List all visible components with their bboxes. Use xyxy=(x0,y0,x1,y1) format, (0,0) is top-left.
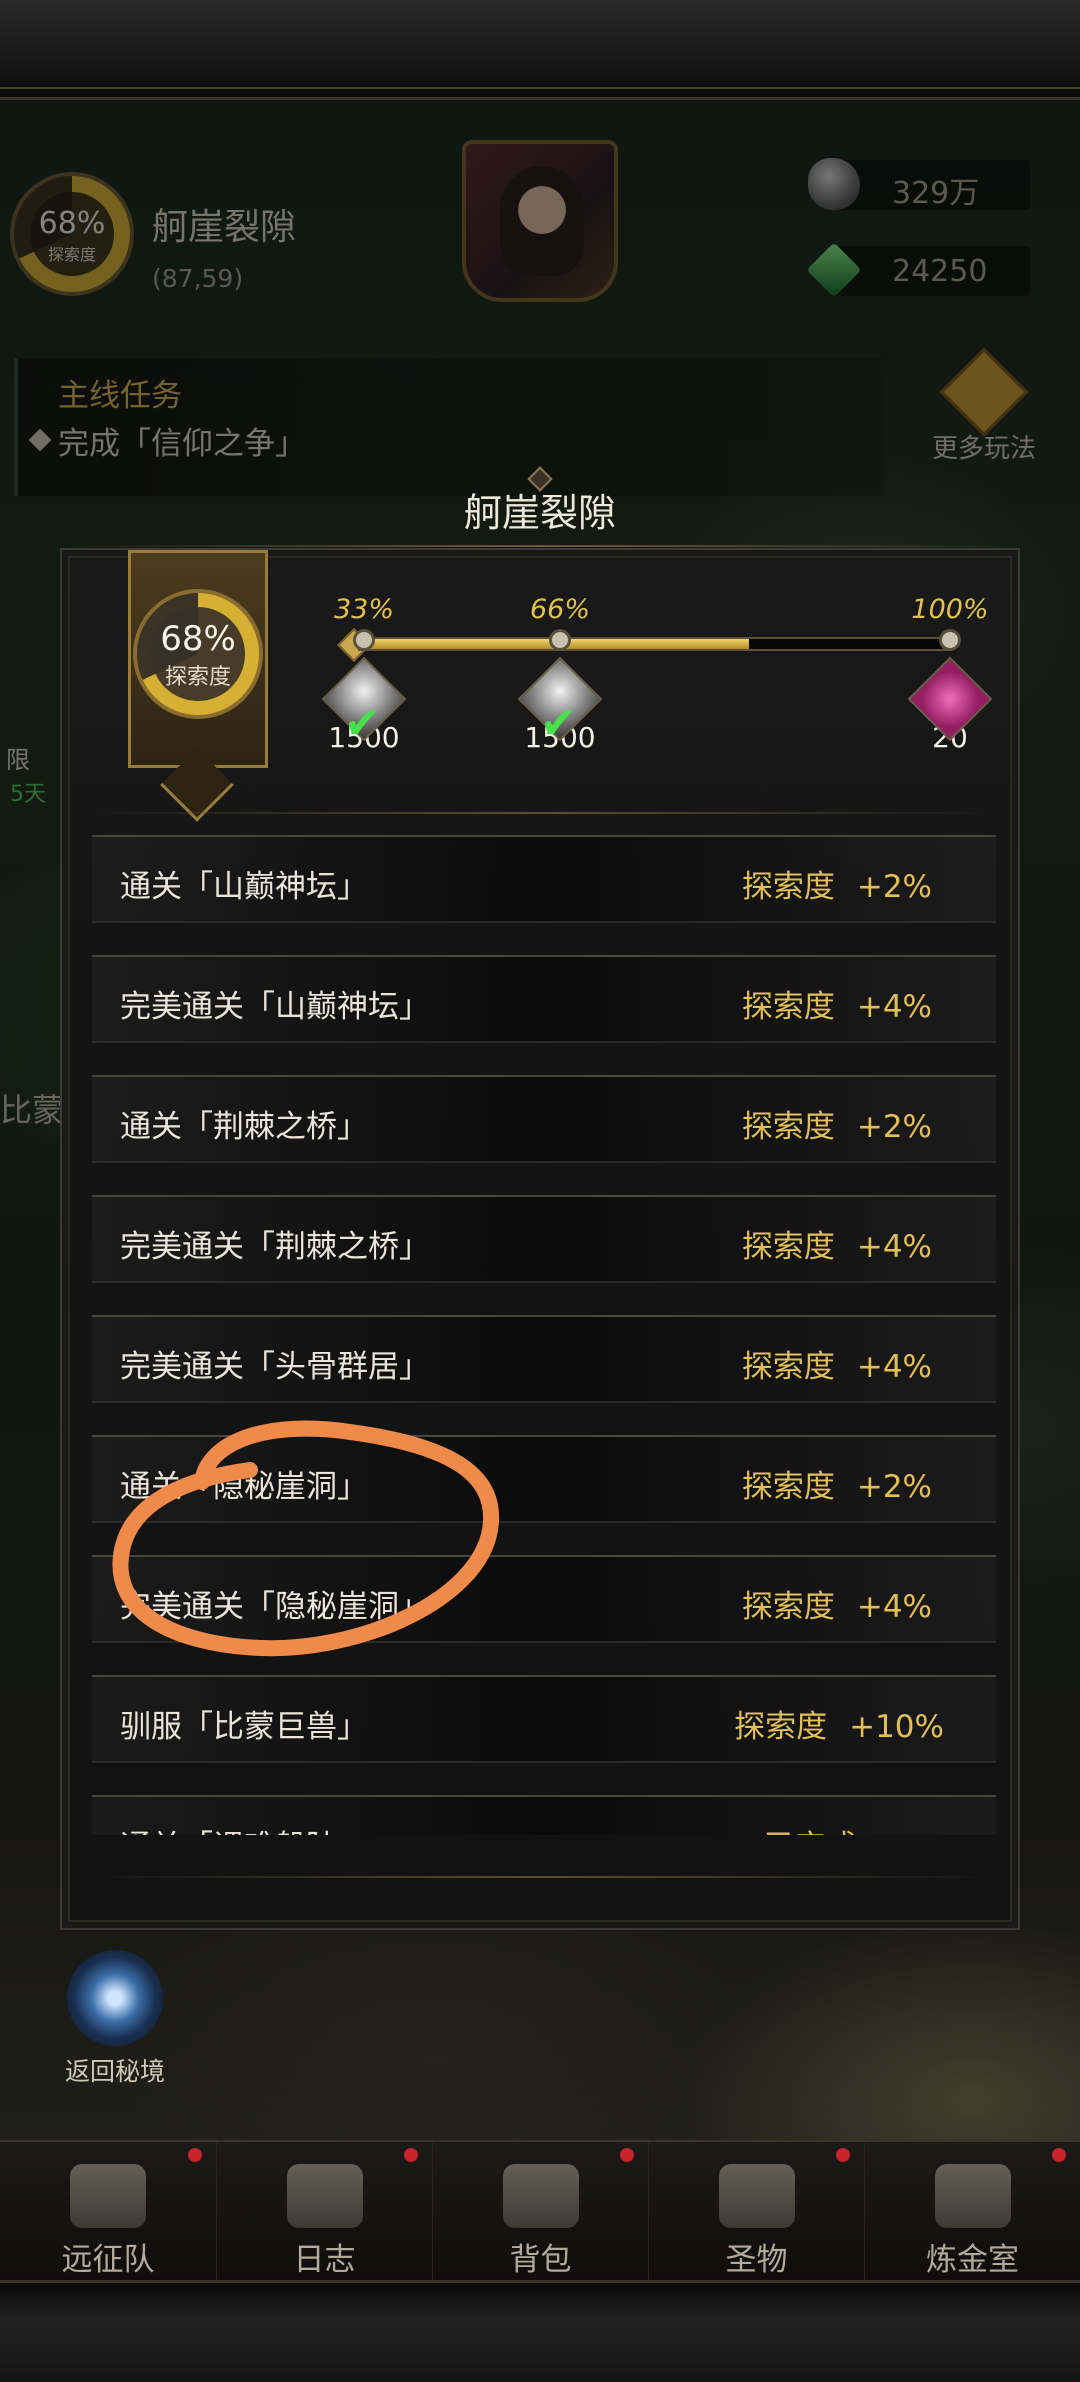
milestone-node xyxy=(939,629,961,651)
reward-value: +10% xyxy=(849,1709,944,1745)
task-reward: 探索度 +2% xyxy=(742,861,932,906)
notification-dot xyxy=(404,2148,418,2162)
nav-relic[interactable]: 圣物 xyxy=(648,2142,864,2282)
list-bottom-divider xyxy=(92,1876,992,1878)
task-reward: 探索度 +4% xyxy=(742,1581,932,1626)
task-reward: 探索度 +10% xyxy=(734,1701,944,1746)
task-row[interactable]: 完美通关「隐秘崖洞」 探索度 +4% xyxy=(92,1555,996,1643)
task-text: 完美通关「头骨群居」 xyxy=(120,1349,430,1385)
back-to-realm-button[interactable]: 返回秘境 xyxy=(60,1950,170,2088)
milestone-33[interactable]: 33% ✔ 1500 xyxy=(304,594,424,754)
notification-dot xyxy=(836,2148,850,2162)
backpack-icon xyxy=(502,2164,579,2228)
task-text: 完美通关「隐秘崖洞」 xyxy=(120,1589,430,1625)
portal-icon xyxy=(67,1950,163,2046)
task-reward: 探索度 +2% xyxy=(742,1461,932,1506)
alchemy-icon xyxy=(934,2164,1011,2228)
task-row[interactable]: 完美通关「山巅神坛」 探索度 +4% xyxy=(92,955,996,1043)
reward-label: 探索度 xyxy=(741,989,835,1025)
task-text: 完美通关「山巅神坛」 xyxy=(120,989,430,1025)
journal-icon xyxy=(286,2164,363,2228)
bottom-frame xyxy=(0,2280,1080,2382)
task-status: 已完成 xyxy=(764,1821,857,1835)
task-text: 完美通关「荆棘之桥」 xyxy=(120,1229,430,1265)
task-reward: 探索度 +4% xyxy=(742,1221,932,1266)
task-text: 通关「山巅神坛」 xyxy=(120,869,368,905)
reward-label: 探索度 xyxy=(741,1109,835,1145)
expedition-icon xyxy=(70,2164,146,2228)
nav-label: 背包 xyxy=(509,2242,572,2278)
task-row[interactable]: 完美通关「荆棘之桥」 探索度 +4% xyxy=(92,1195,996,1283)
reward-label: 探索度 xyxy=(741,1229,835,1265)
reward-value: +2% xyxy=(856,1469,932,1505)
notification-dot xyxy=(620,2148,634,2162)
nav-backpack[interactable]: 背包 xyxy=(432,2142,648,2282)
dialog-title-bar: 舸崖裂隙 xyxy=(390,478,690,548)
reward-value: +4% xyxy=(856,1229,932,1265)
nav-label: 日志 xyxy=(293,2242,356,2278)
reward-value: +4% xyxy=(856,1589,932,1625)
exploration-progress-bar xyxy=(358,637,952,651)
nav-alchemy[interactable]: 炼金室 xyxy=(864,2142,1080,2282)
nav-label: 炼金室 xyxy=(926,2242,1019,2278)
dialog-explore-percent: 68% xyxy=(160,619,236,659)
reward-label: 探索度 xyxy=(741,869,835,905)
check-icon: ✔ xyxy=(540,698,577,749)
banner-tip xyxy=(160,748,234,822)
bottom-navigation: 远征队 日志 背包 圣物 炼金室 xyxy=(0,2140,1080,2282)
nav-label: 远征队 xyxy=(61,2242,155,2278)
milestone-66[interactable]: 66% ✔ 1500 xyxy=(500,594,620,754)
exploration-dial: 68% 探索度 xyxy=(133,589,263,719)
dialog-title: 舸崖裂隙 xyxy=(463,491,616,535)
task-reward: 探索度 +4% xyxy=(742,1341,932,1386)
reward-label: 探索度 xyxy=(741,1349,835,1385)
task-row[interactable]: 通关「荆棘之桥」 探索度 +2% xyxy=(92,1075,996,1163)
milestone-node xyxy=(353,629,375,651)
milestone-percent: 100% xyxy=(911,594,989,625)
task-text: 通关「课难般陆 xyxy=(120,1821,337,1835)
milestone-node xyxy=(549,629,571,651)
task-reward: 探索度 +2% xyxy=(742,1101,932,1146)
reward-label: 探索度 xyxy=(741,1589,835,1625)
nav-expedition[interactable]: 远征队 xyxy=(0,2142,216,2282)
milestone-100[interactable]: 100% 20 xyxy=(890,594,1010,754)
task-row[interactable]: 通关「山巅神坛」 探索度 +2% xyxy=(92,835,996,923)
reward-label: 探索度 xyxy=(734,1709,828,1745)
exploration-banner: 68% 探索度 xyxy=(128,550,268,822)
task-row[interactable]: 通关「课难般陆 已完成 xyxy=(92,1795,996,1835)
task-reward: 探索度 +4% xyxy=(742,981,932,1026)
reward-value: +2% xyxy=(856,1109,932,1145)
task-list[interactable]: 通关「山巅神坛」 探索度 +2% 完美通关「山巅神坛」 探索度 +4% 通关「荆棘之… xyxy=(92,835,996,1835)
reward-value: +2% xyxy=(856,869,932,905)
list-top-divider xyxy=(92,812,992,814)
reward-value: +4% xyxy=(856,989,932,1025)
back-to-realm-label: 返回秘境 xyxy=(64,2057,165,2086)
check-icon: ✔ xyxy=(344,698,381,749)
task-text: 驯服「比蒙巨兽」 xyxy=(120,1709,368,1745)
task-row[interactable]: 驯服「比蒙巨兽」 探索度 +10% xyxy=(92,1675,996,1763)
top-frame xyxy=(0,0,1080,100)
task-row[interactable]: 通关「隐秘崖洞」 探索度 +2% xyxy=(92,1435,996,1523)
relic-icon xyxy=(718,2164,795,2228)
nav-journal[interactable]: 日志 xyxy=(216,2142,432,2282)
exploration-dialog: 68% 探索度 33% ✔ 1500 66% ✔ 1500 100% 20 通关… xyxy=(60,548,1020,1930)
task-text: 通关「荆棘之桥」 xyxy=(120,1109,368,1145)
title-divider xyxy=(60,545,1020,547)
reward-label: 探索度 xyxy=(741,1469,835,1505)
nav-label: 圣物 xyxy=(725,2242,788,2278)
milestone-percent: 66% xyxy=(529,594,590,625)
dialog-explore-label: 探索度 xyxy=(164,665,231,690)
task-text: 通关「隐秘崖洞」 xyxy=(120,1469,368,1505)
reward-value: +4% xyxy=(856,1349,932,1385)
notification-dot xyxy=(188,2148,202,2162)
milestone-percent: 33% xyxy=(333,594,394,625)
task-row[interactable]: 完美通关「头骨群居」 探索度 +4% xyxy=(92,1315,996,1403)
notification-dot xyxy=(1052,2148,1066,2162)
